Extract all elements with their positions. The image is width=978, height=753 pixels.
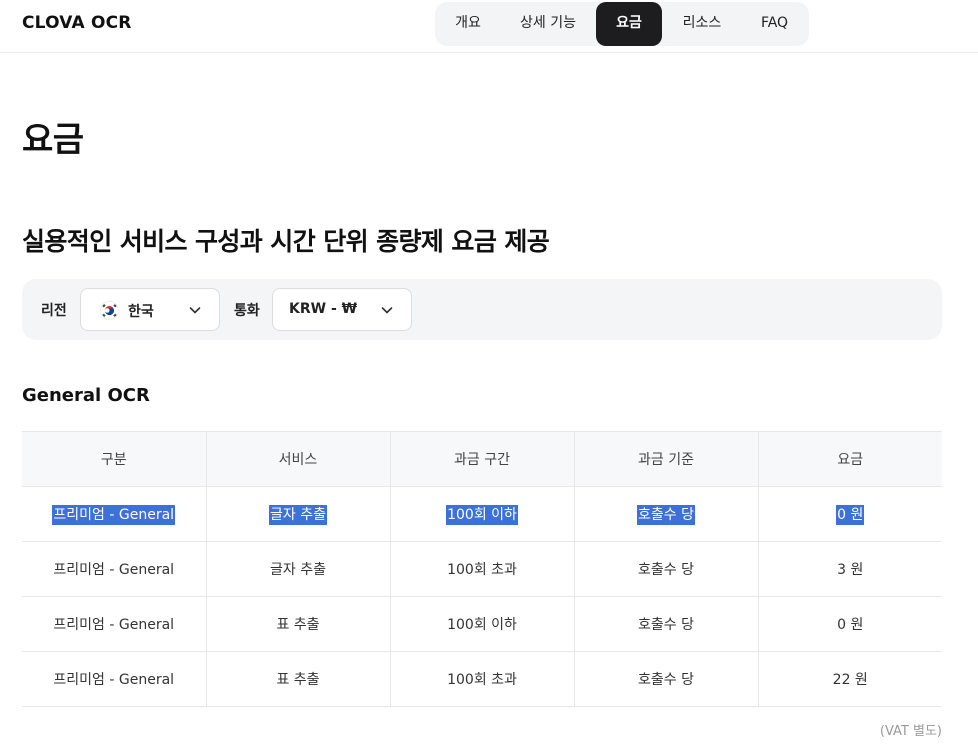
table-cell: 0 원 [758, 486, 942, 542]
cell-text: 100회 이하 [447, 617, 517, 633]
currency-select[interactable]: KRW - ₩ [272, 288, 412, 331]
table-cell: 0 원 [758, 596, 942, 652]
header-label: 구분 [100, 452, 127, 468]
table-cell: 100회 이하 [390, 596, 575, 652]
table-cell: 프리미엄 - General [22, 486, 207, 542]
cell-text: 100회 초과 [447, 562, 517, 578]
table-row: 프리미엄 - General 글자 추출 100회 초과 호출수 당 3 원 [22, 541, 942, 597]
cell-text: 표 추출 [276, 672, 320, 688]
table-cell: 22 원 [758, 651, 942, 707]
table-header-row: 구분 서비스 과금 구간 과금 기준 요금 [22, 431, 942, 487]
nav-item-pricing[interactable]: 요금 [596, 2, 662, 46]
table-cell: 3 원 [758, 541, 942, 597]
region-value: 한국 [128, 304, 154, 320]
nav-item-features[interactable]: 상세 기능 [501, 2, 595, 46]
page-title: 요금 [22, 120, 84, 160]
table-cell: 100회 이하 [390, 486, 575, 542]
cell-text: 호출수 당 [637, 505, 695, 525]
vat-note: (VAT 별도) [879, 724, 942, 739]
table-cell: 호출수 당 [574, 651, 759, 707]
header-label: 요금 [837, 452, 864, 468]
cell-text: 표 추출 [276, 617, 320, 633]
header-label: 과금 기준 [638, 452, 694, 468]
top-header: CLOVA OCR 개요 상세 기능 요금 리소스 FAQ [0, 0, 978, 53]
cell-text: 0 원 [837, 617, 864, 633]
nav-item-faq[interactable]: FAQ [740, 2, 809, 46]
page-subtitle: 실용적인 서비스 구성과 시간 단위 종량제 요금 제공 [22, 227, 550, 256]
column-header-service: 서비스 [206, 431, 391, 487]
table-cell: 호출수 당 [574, 541, 759, 597]
table-cell: 프리미엄 - General [22, 541, 207, 597]
header-label: 서비스 [278, 452, 318, 468]
column-header-tier: 과금 구간 [390, 431, 575, 487]
cell-text: 프리미엄 - General [53, 672, 175, 688]
pricing-table: 구분 서비스 과금 구간 과금 기준 요금 프리미엄 - General 글자 … [22, 431, 942, 707]
cell-text: 프리미엄 - General [53, 617, 175, 633]
cell-text: 0 원 [836, 505, 865, 525]
cell-text: 호출수 당 [638, 562, 694, 578]
column-header-basis: 과금 기준 [574, 431, 759, 487]
table-cell: 100회 초과 [390, 541, 575, 597]
table-cell: 호출수 당 [574, 596, 759, 652]
chevron-down-icon [381, 307, 393, 314]
currency-value: KRW - ₩ [289, 301, 358, 317]
table-cell: 100회 초과 [390, 651, 575, 707]
table-row: 프리미엄 - General 표 추출 100회 이하 호출수 당 0 원 [22, 596, 942, 652]
cell-text: 100회 초과 [447, 672, 517, 688]
table-cell: 호출수 당 [574, 486, 759, 542]
table-cell: 프리미엄 - General [22, 596, 207, 652]
table-cell: 표 추출 [206, 651, 391, 707]
region-select[interactable]: 한국 [80, 288, 220, 331]
logo[interactable]: CLOVA OCR [22, 13, 132, 33]
chevron-down-icon [189, 307, 201, 314]
nav-item-overview[interactable]: 개요 [435, 2, 501, 46]
cell-text: 글자 추출 [269, 505, 327, 525]
table-cell: 표 추출 [206, 596, 391, 652]
cell-text: 3 원 [837, 562, 864, 578]
main-nav: 개요 상세 기능 요금 리소스 FAQ [435, 2, 809, 46]
cell-text: 호출수 당 [638, 617, 694, 633]
korea-flag-icon [100, 301, 119, 320]
section-title: General OCR [22, 385, 150, 406]
region-label: 리전 [41, 303, 67, 319]
cell-text: 22 원 [832, 672, 868, 688]
header-label: 과금 구간 [454, 452, 510, 468]
cell-text: 100회 이하 [446, 505, 518, 525]
cell-text: 호출수 당 [638, 672, 694, 688]
table-cell: 프리미엄 - General [22, 651, 207, 707]
column-header-price: 요금 [758, 431, 942, 487]
column-header-category: 구분 [22, 431, 207, 487]
currency-label: 통화 [234, 303, 260, 319]
cell-text: 프리미엄 - General [52, 505, 176, 525]
cell-text: 프리미엄 - General [53, 562, 175, 578]
table-cell: 글자 추출 [206, 541, 391, 597]
table-row: 프리미엄 - General 표 추출 100회 초과 호출수 당 22 원 [22, 651, 942, 707]
nav-item-resources[interactable]: 리소스 [664, 2, 740, 46]
table-cell: 글자 추출 [206, 486, 391, 542]
filter-bar: 리전 한국 통화 KRW - ₩ [22, 279, 942, 340]
cell-text: 글자 추출 [270, 562, 326, 578]
table-row: 프리미엄 - General 글자 추출 100회 이하 호출수 당 0 원 [22, 486, 942, 542]
